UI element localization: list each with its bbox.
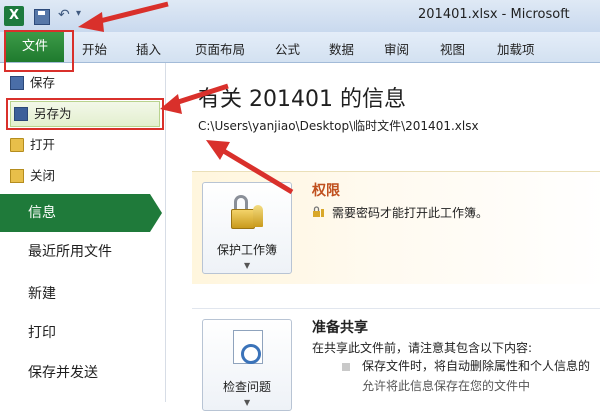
undo-icon[interactable]: ↶ bbox=[58, 7, 70, 23]
backstage-save[interactable]: 保存 bbox=[0, 69, 160, 97]
ribbon-tab-bar: 文件 开始 插入 页面布局 公式 数据 审阅 视图 加载项 bbox=[0, 32, 600, 63]
inspect-icon bbox=[241, 344, 261, 364]
tab-page-layout[interactable]: 页面布局 bbox=[195, 39, 245, 58]
key-icon bbox=[253, 205, 263, 227]
tab-data[interactable]: 数据 bbox=[329, 39, 354, 58]
save-icon bbox=[10, 76, 24, 90]
prepare-bullet-1: 保存文件时，将自动删除属性和个人信息的 bbox=[362, 359, 591, 373]
close-folder-icon bbox=[10, 169, 24, 183]
backstage-save-send[interactable]: 保存并发送 bbox=[0, 355, 160, 391]
backstage-print[interactable]: 打印 bbox=[0, 315, 160, 351]
customize-quick-access-icon[interactable]: ▾ bbox=[76, 8, 81, 19]
tab-review[interactable]: 审阅 bbox=[384, 39, 409, 58]
backstage-close-label: 关闭 bbox=[30, 168, 56, 183]
permissions-heading: 权限 bbox=[312, 183, 340, 199]
tab-home[interactable]: 开始 bbox=[82, 39, 107, 58]
backstage-save-label: 保存 bbox=[30, 75, 56, 90]
chevron-down-icon: ▼ bbox=[244, 261, 251, 270]
tab-addins[interactable]: 加载项 bbox=[497, 39, 535, 58]
chevron-down-icon: ▼ bbox=[244, 398, 251, 407]
info-pane: 有关 201401 的信息 C:\Users\yanjiao\Desktop\临… bbox=[166, 63, 600, 411]
protect-workbook-button[interactable]: 保护工作簿 ▼ bbox=[202, 182, 292, 274]
backstage-recent[interactable]: 最近所用文件 bbox=[0, 234, 160, 270]
prepare-section: 检查问题 ▼ 准备共享 在共享此文件前，请注意其包含以下内容: 保存文件时，将自… bbox=[192, 308, 600, 411]
backstage-info[interactable]: 信息 bbox=[0, 194, 162, 232]
protect-workbook-label: 保护工作簿 bbox=[216, 243, 277, 257]
tab-formulas[interactable]: 公式 bbox=[275, 39, 300, 58]
prepare-bullet-2: 允许将此信息保存在您的文件中 bbox=[362, 379, 531, 393]
tab-insert[interactable]: 插入 bbox=[136, 39, 161, 58]
info-title: 有关 201401 的信息 bbox=[198, 87, 406, 112]
permissions-text: 需要密码才能打开此工作簿。 bbox=[332, 206, 489, 220]
key-lock-small-icon bbox=[312, 206, 326, 218]
file-path[interactable]: C:\Users\yanjiao\Desktop\临时文件\201401.xls… bbox=[198, 117, 479, 134]
check-issues-label: 检查问题 bbox=[222, 380, 271, 394]
bullet-icon bbox=[342, 363, 350, 371]
tab-view[interactable]: 视图 bbox=[440, 39, 465, 58]
prepare-text: 在共享此文件前，请注意其包含以下内容: bbox=[312, 341, 533, 355]
title-bar: X ↶ ▾ 201401.xlsx - Microsoft bbox=[0, 0, 600, 33]
backstage-open[interactable]: 打开 bbox=[0, 131, 160, 159]
backstage-new[interactable]: 新建 bbox=[0, 276, 160, 312]
quick-save-icon[interactable] bbox=[34, 9, 50, 25]
lock-icon bbox=[231, 209, 255, 229]
prepare-heading: 准备共享 bbox=[312, 320, 368, 336]
annotation-box-save-as bbox=[6, 98, 164, 130]
backstage-close[interactable]: 关闭 bbox=[0, 162, 160, 190]
permissions-section: 保护工作簿 ▼ 权限 需要密码才能打开此工作簿。 bbox=[192, 171, 600, 284]
window-title: 201401.xlsx - Microsoft bbox=[418, 7, 570, 22]
check-issues-button[interactable]: 检查问题 ▼ bbox=[202, 319, 292, 411]
backstage-open-label: 打开 bbox=[30, 137, 56, 152]
annotation-box-file bbox=[4, 30, 74, 72]
excel-logo-icon[interactable]: X bbox=[4, 6, 24, 26]
open-folder-icon bbox=[10, 138, 24, 152]
